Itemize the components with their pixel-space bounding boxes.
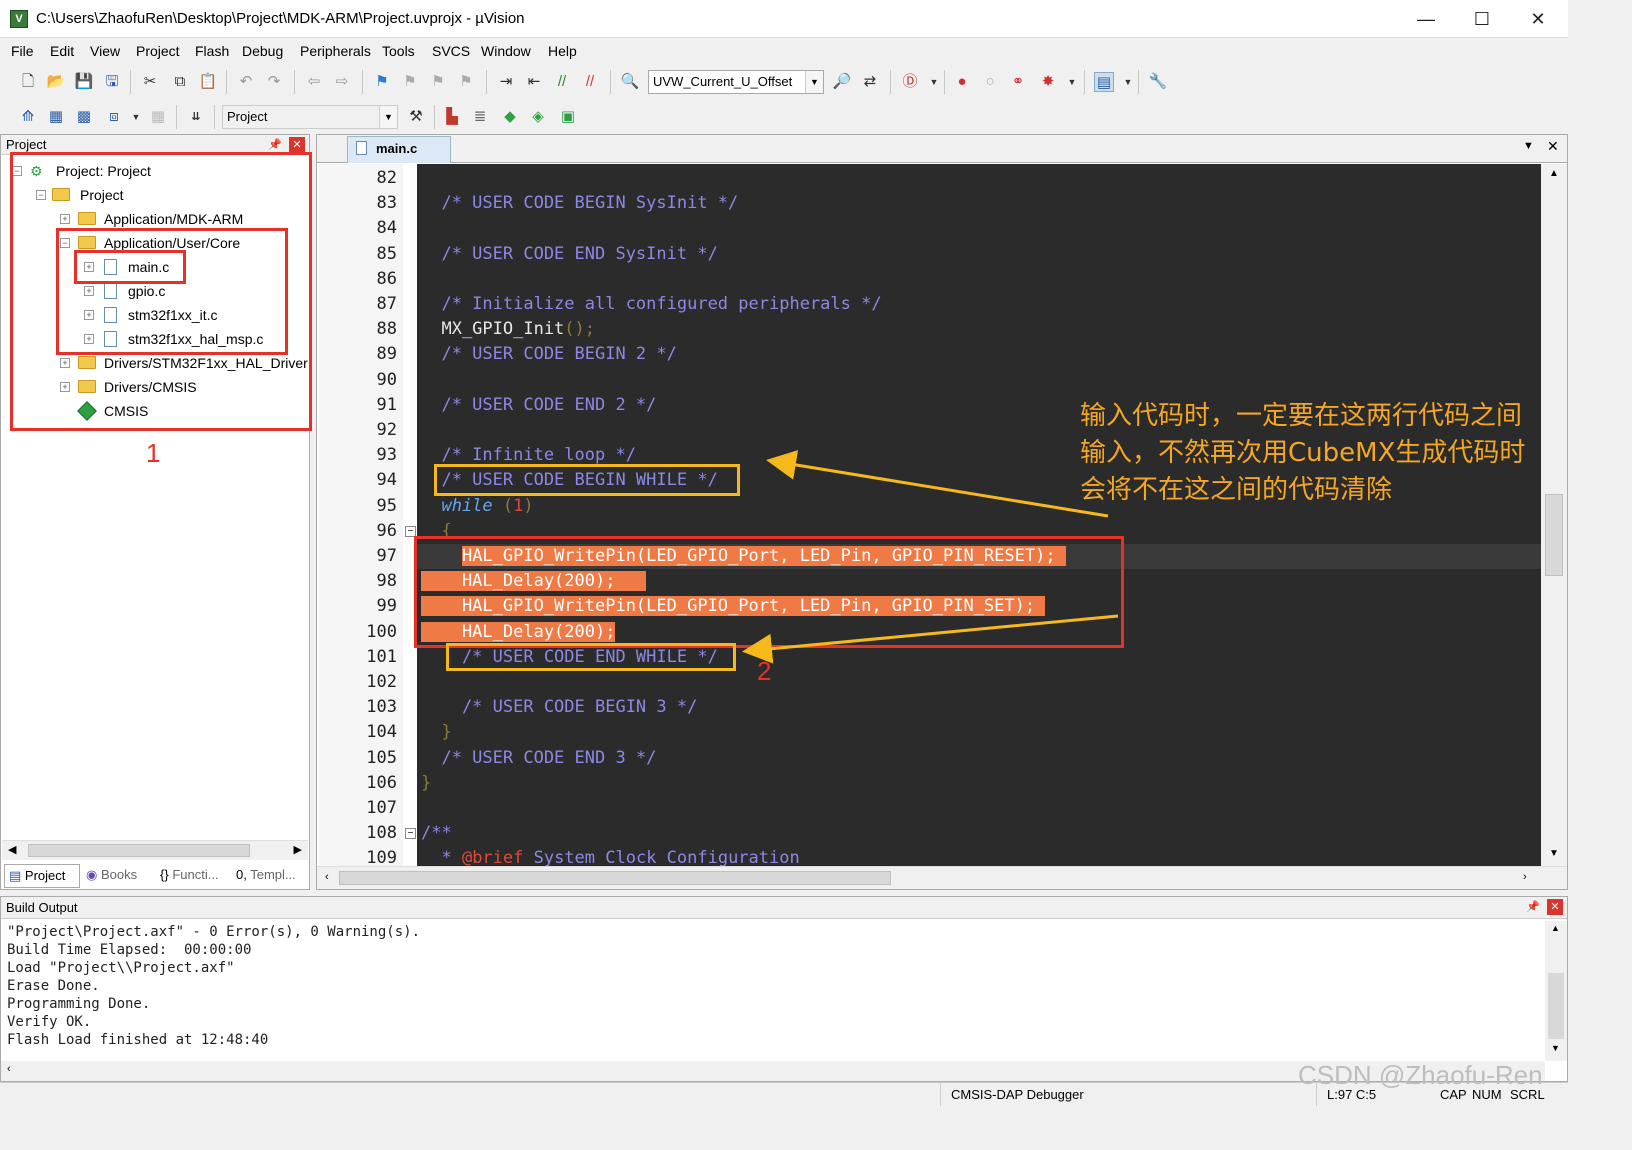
- build-output-line: Flash Load finished at 12:48:40: [7, 1032, 269, 1048]
- build-output-line: Programming Done.: [7, 996, 151, 1012]
- status-debugger: CMSIS-DAP Debugger: [940, 1083, 1084, 1106]
- scroll-thumb[interactable]: [1548, 973, 1564, 1039]
- build-output-title: Build Output: [6, 900, 78, 915]
- scroll-up-icon[interactable]: ▲: [1551, 923, 1560, 933]
- build-output-line: Erase Done.: [7, 978, 100, 994]
- build-output-line: Build Time Elapsed: 00:00:00: [7, 942, 252, 958]
- arrow-to-end-while: [742, 614, 1119, 664]
- build-vscrollbar[interactable]: ▲ ▼: [1545, 921, 1567, 1061]
- watermark: CSDN @Zhaofu-Ren: [1298, 1060, 1543, 1090]
- pin-icon[interactable]: 📌: [1525, 899, 1541, 915]
- build-output-line: Load "Project\\Project.axf": [7, 960, 235, 976]
- build-output-panel: Build Output 📌 ✕ "Project\Project.axf" -…: [0, 896, 1568, 1082]
- build-output-line: "Project\Project.axf" - 0 Error(s), 0 Wa…: [7, 924, 421, 940]
- scroll-down-icon[interactable]: ▼: [1551, 1043, 1560, 1053]
- build-output-header: Build Output 📌 ✕: [1, 897, 1567, 919]
- build-output-line: Verify OK.: [7, 1014, 92, 1030]
- arrow-to-begin-while: [766, 450, 1109, 518]
- scroll-left-icon[interactable]: ‹: [7, 1063, 11, 1075]
- close-icon[interactable]: ✕: [1547, 899, 1563, 915]
